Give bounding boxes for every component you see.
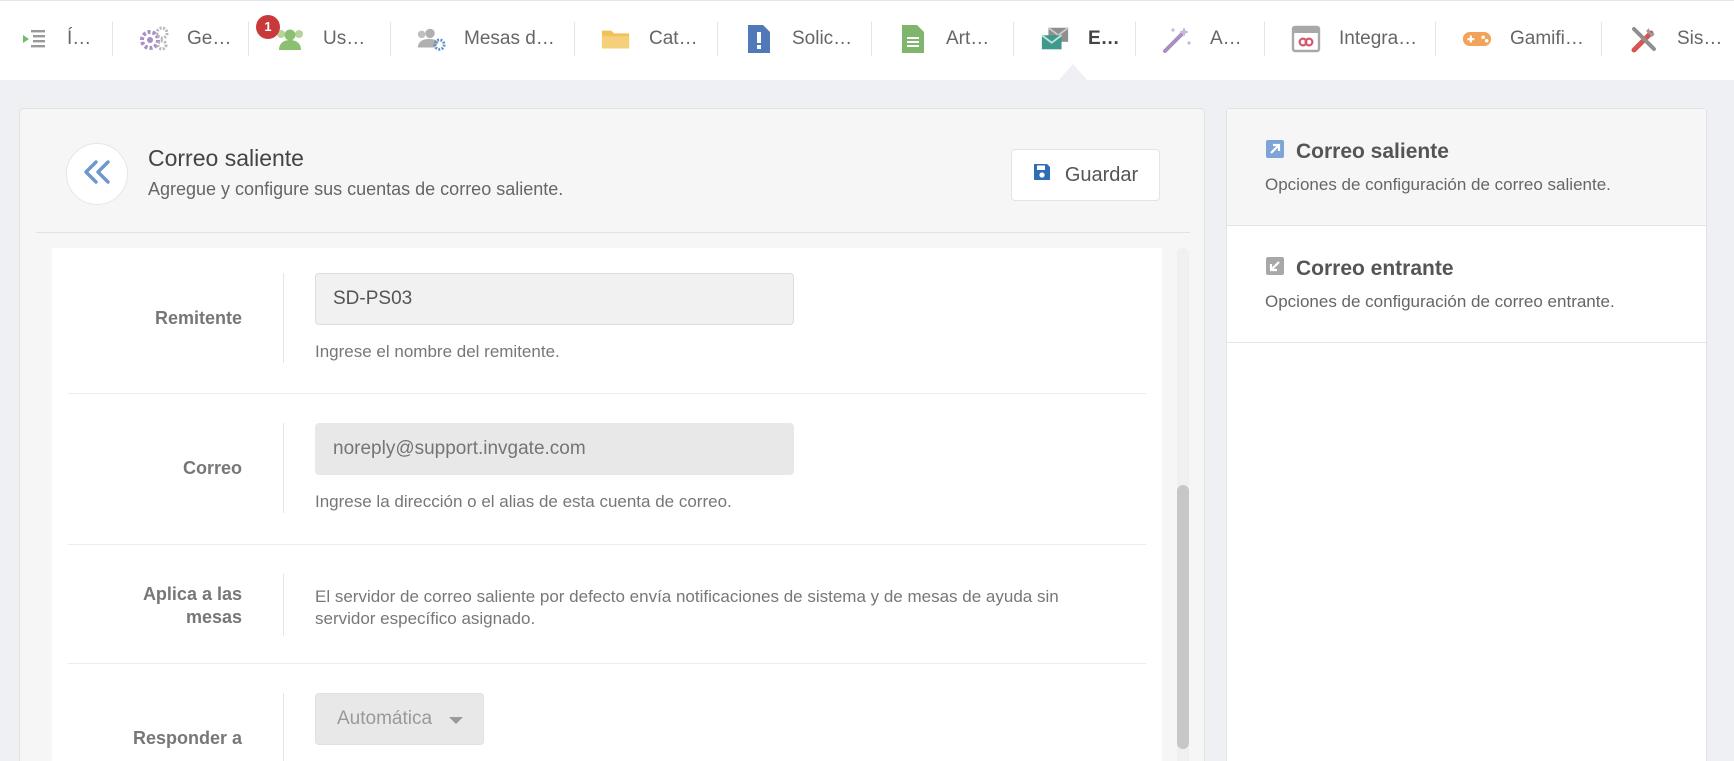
integration-icon xyxy=(1291,24,1321,54)
nav-item-label: Sis… xyxy=(1677,28,1723,49)
nav-item-label: Ge… xyxy=(187,28,232,49)
remitente-help: Ingrese el nombre del remitente. xyxy=(315,342,560,361)
sidebar-item-title: Correo saliente xyxy=(1265,139,1449,165)
nav-item-label: Solic… xyxy=(792,28,853,49)
nav-item-users[interactable]: Us… xyxy=(275,1,365,77)
aplica-mesas-label-line2: mesas xyxy=(185,607,242,627)
nav-item-label: Art… xyxy=(946,28,990,49)
settings-sidebar: Correo saliente Opciones de configuració… xyxy=(1226,108,1707,761)
nav-divider xyxy=(1264,22,1265,56)
nav-item-label: Í… xyxy=(67,28,92,49)
header-divider xyxy=(36,232,1190,233)
nav-item-articles[interactable]: Art… xyxy=(898,1,989,77)
sidebar-item-description: Opciones de configuración de correo sali… xyxy=(1265,175,1611,194)
nav-divider xyxy=(1435,22,1436,56)
nav-divider xyxy=(1601,22,1602,56)
page-title: Correo saliente xyxy=(148,145,304,171)
aplica-mesas-description-line2: servidor específico asignado. xyxy=(315,609,536,628)
row-divider-vertical xyxy=(283,574,284,636)
nav-item-label: E… xyxy=(1088,28,1120,49)
remitente-input[interactable] xyxy=(315,273,794,325)
nav-item-system[interactable]: Sis… xyxy=(1629,1,1722,77)
nav-item-label: Gamifi… xyxy=(1510,28,1584,49)
floppy-disk-icon xyxy=(1033,163,1065,187)
form-row-remitente: Remitente Ingrese el nombre del remitent… xyxy=(68,248,1146,393)
save-button-label: Guardar xyxy=(1064,163,1139,186)
nav-item-integrations[interactable]: Integra… xyxy=(1291,1,1417,77)
nav-divider xyxy=(1013,22,1014,56)
sidebar-item-label: Correo entrante xyxy=(1296,257,1454,280)
email-icon xyxy=(1040,24,1070,54)
responder-a-selected-value: Automática xyxy=(337,708,433,729)
aplica-mesas-description: El servidor de correo saliente por defec… xyxy=(315,586,1115,630)
aplica-mesas-label-line1: Aplica a las xyxy=(142,584,242,604)
save-button[interactable]: Guardar xyxy=(1011,149,1160,201)
sidebar-item-description: Opciones de configuración de correo entr… xyxy=(1265,292,1615,311)
double-chevron-left-icon xyxy=(82,159,112,190)
gamepad-icon xyxy=(1462,24,1492,54)
form-row-responder-a: Responder a Automática xyxy=(68,664,1146,761)
sidebar-item-label: Correo saliente xyxy=(1296,140,1449,163)
nav-item-label: Integra… xyxy=(1339,28,1418,49)
nav-divider xyxy=(717,22,718,56)
nav-item-automation[interactable]: A… xyxy=(1162,1,1242,77)
page-subtitle: Agregue y configure sus cuentas de corre… xyxy=(148,179,564,199)
index-icon xyxy=(19,24,49,54)
tools-icon xyxy=(1629,24,1659,54)
nav-item-label: Us… xyxy=(323,28,366,49)
row-divider-vertical xyxy=(283,693,284,761)
correo-label: Correo xyxy=(182,458,242,478)
row-divider-vertical xyxy=(283,273,284,363)
aplica-mesas-label: Aplica a las mesas xyxy=(143,583,242,629)
correo-input[interactable] xyxy=(315,423,794,475)
nav-item-label: Mesas d… xyxy=(464,28,555,49)
responder-a-label: Responder a xyxy=(132,728,242,748)
nav-item-requests[interactable]: Solic… xyxy=(744,1,852,77)
notification-badge: 1 xyxy=(256,15,280,39)
form-content: Remitente Ingrese el nombre del remitent… xyxy=(52,248,1162,761)
nav-divider xyxy=(390,22,391,56)
row-divider-vertical xyxy=(283,423,284,513)
article-icon xyxy=(898,24,928,54)
users-gear-icon xyxy=(416,24,446,54)
sidebar-item-correo-saliente[interactable]: Correo saliente Opciones de configuració… xyxy=(1227,109,1706,226)
top-navigation: Í… Ge… Us… 1 Mesas d… Cat… Solic… Art… E… xyxy=(0,0,1734,81)
outgoing-arrow-icon xyxy=(1265,139,1296,165)
sidebar-item-title: Correo entrante xyxy=(1265,256,1454,282)
aplica-mesas-description-line1: El servidor de correo saliente por defec… xyxy=(315,587,1059,606)
nav-item-label: A… xyxy=(1210,28,1242,49)
back-button[interactable] xyxy=(66,143,128,205)
request-icon xyxy=(744,24,774,54)
folder-icon xyxy=(601,24,631,54)
nav-item-index[interactable]: Í… xyxy=(19,1,91,77)
form-row-aplica-mesas: Aplica a las mesas El servidor de correo… xyxy=(68,545,1146,663)
nav-item-help-desks[interactable]: Mesas d… xyxy=(416,1,555,77)
responder-a-select[interactable]: Automática xyxy=(315,693,484,745)
nav-divider xyxy=(1135,22,1136,56)
magic-wand-icon xyxy=(1162,24,1192,54)
nav-divider xyxy=(871,22,872,56)
nav-item-gamification[interactable]: Gamifi… xyxy=(1462,1,1584,77)
nav-item-general[interactable]: Ge… xyxy=(139,1,231,77)
nav-divider xyxy=(112,22,113,56)
remitente-label: Remitente xyxy=(154,308,242,328)
caret-down-icon xyxy=(449,717,463,724)
gears-icon xyxy=(139,24,169,54)
active-tab-indicator xyxy=(1058,64,1088,81)
nav-item-label: Cat… xyxy=(649,28,698,49)
sidebar-item-correo-entrante[interactable]: Correo entrante Opciones de configuració… xyxy=(1227,226,1706,343)
nav-divider xyxy=(248,22,249,56)
nav-item-categories[interactable]: Cat… xyxy=(601,1,698,77)
nav-divider xyxy=(574,22,575,56)
correo-help: Ingrese la dirección o el alias de esta … xyxy=(315,492,732,511)
incoming-arrow-icon xyxy=(1265,256,1296,282)
main-panel: Correo saliente Agregue y configure sus … xyxy=(19,108,1205,761)
form-row-correo: Correo Ingrese la dirección o el alias d… xyxy=(68,394,1146,544)
scrollbar-thumb[interactable] xyxy=(1177,485,1189,749)
